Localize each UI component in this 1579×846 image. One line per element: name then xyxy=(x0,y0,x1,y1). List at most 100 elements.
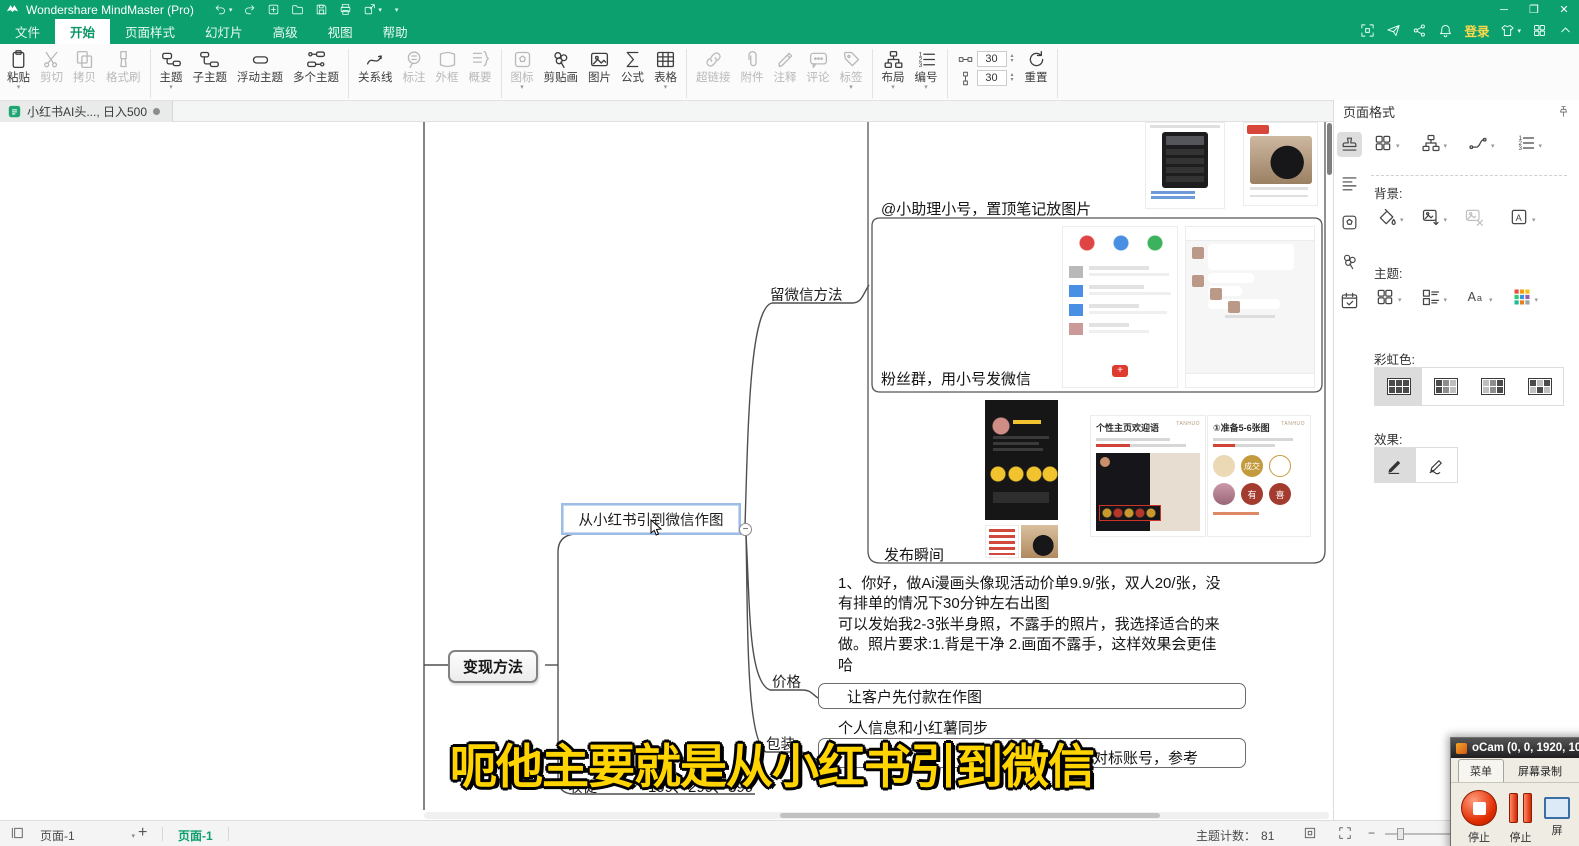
ocam-title-bar[interactable]: oCam (0, 0, 1920, 108 xyxy=(1451,738,1579,758)
apps-grid-icon[interactable] xyxy=(1532,23,1547,38)
ocam-pause-button[interactable]: 停止 xyxy=(1509,790,1532,845)
effect-normal-button[interactable] xyxy=(1375,448,1416,482)
horizontal-spacing-stepper[interactable]: ▴▾ xyxy=(1011,54,1014,64)
page-selector[interactable]: 页面-1▾ xyxy=(40,827,135,844)
watermark-dropdown[interactable]: ▾ xyxy=(1509,207,1536,227)
redo-button[interactable] xyxy=(243,3,256,16)
panel-divider xyxy=(1371,175,1567,176)
mindmap-canvas[interactable]: 变现方法 从小红书引到微信作图 − 留微信方法 价格 包装 收徒 199、299… xyxy=(0,122,1333,820)
multiple-topics-button[interactable]: 多个主题 xyxy=(288,47,344,87)
menu-home[interactable]: 开始 xyxy=(55,19,110,44)
restore-button[interactable]: ❐ xyxy=(1519,0,1549,19)
horizontal-scrollbar-thumb[interactable] xyxy=(780,813,1160,818)
theme-style-dropdown[interactable]: ▾ xyxy=(1375,287,1402,307)
node-monetization-method[interactable]: 变现方法 xyxy=(448,650,538,683)
rainbow-style-2[interactable] xyxy=(1422,368,1469,405)
node-fans-group[interactable]: 粉丝群，用小号发微信 xyxy=(881,368,1031,389)
price-description-text[interactable]: 1、你好，做Ai漫画头像现活动价单9.9/张，双人20/张，没 有排单的情况下3… xyxy=(838,574,1254,676)
share-icon[interactable] xyxy=(1412,23,1427,38)
print-button[interactable] xyxy=(339,3,352,16)
menu-view[interactable]: 视图 xyxy=(313,19,368,44)
clipart-button[interactable]: 剪贴画 xyxy=(539,47,584,87)
menu-help[interactable]: 帮助 xyxy=(368,19,423,44)
pin-icon[interactable] xyxy=(1557,105,1570,118)
tab-page-format[interactable] xyxy=(1337,132,1362,157)
ocam-screen-button[interactable]: 屏 xyxy=(1544,790,1570,838)
skin-button[interactable]: ▾ xyxy=(1500,23,1521,38)
theme-gallery-dropdown[interactable]: ▾ xyxy=(1373,133,1400,153)
add-page-button[interactable]: + xyxy=(138,824,147,842)
undo-button[interactable]: ▾ xyxy=(214,3,233,16)
table-button[interactable]: 表格▾ xyxy=(649,47,682,93)
page-tab-active[interactable]: 页面-1 xyxy=(178,827,213,844)
layout-button[interactable]: 布局▾ xyxy=(877,47,910,93)
node-assistant-account[interactable]: @小助理小号，置顶笔记放图片 xyxy=(881,198,1091,219)
tab-clipart[interactable] xyxy=(1337,249,1362,274)
ocam-stop-button[interactable]: 停止 xyxy=(1461,790,1497,845)
background-image-dropdown[interactable]: ▾ xyxy=(1421,207,1448,227)
fullscreen-button[interactable] xyxy=(1338,826,1352,840)
zoom-slider[interactable] xyxy=(1385,833,1457,835)
send-plane-icon[interactable] xyxy=(1386,23,1401,38)
menu-page-style[interactable]: 页面样式 xyxy=(110,19,190,44)
zoom-out-button[interactable]: − xyxy=(1368,826,1375,840)
theme-color-dropdown[interactable]: ▾ xyxy=(1512,287,1539,307)
customize-toolbar-button[interactable]: ▾ xyxy=(393,6,399,14)
effect-sketch-button[interactable] xyxy=(1416,448,1457,482)
tab-task[interactable] xyxy=(1337,288,1362,313)
chat-avatar xyxy=(1210,288,1222,300)
subtopic-button[interactable]: 子主题 xyxy=(188,47,233,87)
node-pay-first[interactable]: 让客户先付款在作图 xyxy=(818,683,1246,709)
new-document-button[interactable] xyxy=(267,3,280,16)
connector-style-dropdown[interactable]: ▾ xyxy=(1468,133,1495,153)
tab-outline[interactable] xyxy=(1337,171,1362,196)
rainbow-style-4[interactable] xyxy=(1516,368,1563,405)
theme-font-dropdown[interactable]: ▾ xyxy=(1466,287,1493,307)
rainbow-style-1[interactable] xyxy=(1375,368,1422,405)
node-publish-moments[interactable]: 发布瞬间 xyxy=(884,544,944,565)
menu-file[interactable]: 文件 xyxy=(0,19,55,44)
page-panel-toggle[interactable] xyxy=(10,826,24,840)
vertical-spacing-stepper[interactable]: ▴▾ xyxy=(1011,73,1014,83)
node-leave-wechat-method[interactable]: 留微信方法 xyxy=(770,284,843,305)
background-fill-dropdown[interactable]: ▾ xyxy=(1377,207,1404,227)
export-button[interactable]: ▾ xyxy=(363,3,382,16)
rainbow-style-3[interactable] xyxy=(1469,368,1516,405)
vertical-spacing-input[interactable] xyxy=(977,70,1007,86)
node-price[interactable]: 价格 xyxy=(772,671,801,692)
collapse-branch-button[interactable]: − xyxy=(739,523,752,536)
vertical-scrollbar[interactable] xyxy=(1326,122,1333,812)
numbering-button[interactable]: 编号▾ xyxy=(910,47,943,93)
reset-button[interactable]: 重置 xyxy=(1020,47,1053,87)
topic-button[interactable]: 主题▾ xyxy=(155,47,188,93)
floating-topic-button[interactable]: 浮动主题 xyxy=(232,47,288,87)
horizontal-spacing-input[interactable] xyxy=(977,51,1007,67)
paste-button[interactable]: 粘贴▾ xyxy=(2,47,35,93)
status-separator xyxy=(228,827,229,841)
ocam-menu-button[interactable]: 菜单 xyxy=(1458,759,1504,782)
fit-page-button[interactable] xyxy=(1303,826,1317,840)
scan-qr-icon[interactable] xyxy=(1360,23,1375,38)
login-button[interactable]: 登录 xyxy=(1464,21,1489,40)
menu-advanced[interactable]: 高级 xyxy=(258,19,313,44)
minimize-button[interactable]: ─ xyxy=(1489,0,1519,19)
zoom-slider-thumb[interactable] xyxy=(1397,828,1404,840)
open-file-button[interactable] xyxy=(291,3,304,16)
formula-button[interactable]: 公式 xyxy=(616,47,649,87)
horizontal-scrollbar[interactable] xyxy=(424,812,1329,819)
vertical-scrollbar-thumb[interactable] xyxy=(1327,123,1332,175)
picture-button[interactable]: 图片 xyxy=(583,47,616,87)
collapse-ribbon-icon[interactable] xyxy=(1558,23,1573,38)
save-button[interactable] xyxy=(315,3,328,16)
theme-layout-dropdown[interactable]: ▾ xyxy=(1421,287,1448,307)
ocam-screen-record-tab[interactable]: 屏幕录制 xyxy=(1514,760,1566,782)
notifications-bell-icon[interactable] xyxy=(1438,23,1453,38)
menu-slides[interactable]: 幻灯片 xyxy=(190,19,258,44)
tab-icon-markers[interactable] xyxy=(1337,210,1362,235)
badge-circle xyxy=(1213,455,1235,477)
document-tab[interactable]: 小红书AI头..., 日入500 xyxy=(0,101,173,122)
layout-dropdown[interactable]: ▾ xyxy=(1421,133,1448,153)
relationship-button[interactable]: 关系线 xyxy=(353,47,398,87)
close-button[interactable]: ✕ xyxy=(1549,0,1579,19)
numbering-dropdown[interactable]: ▾ xyxy=(1516,133,1543,153)
